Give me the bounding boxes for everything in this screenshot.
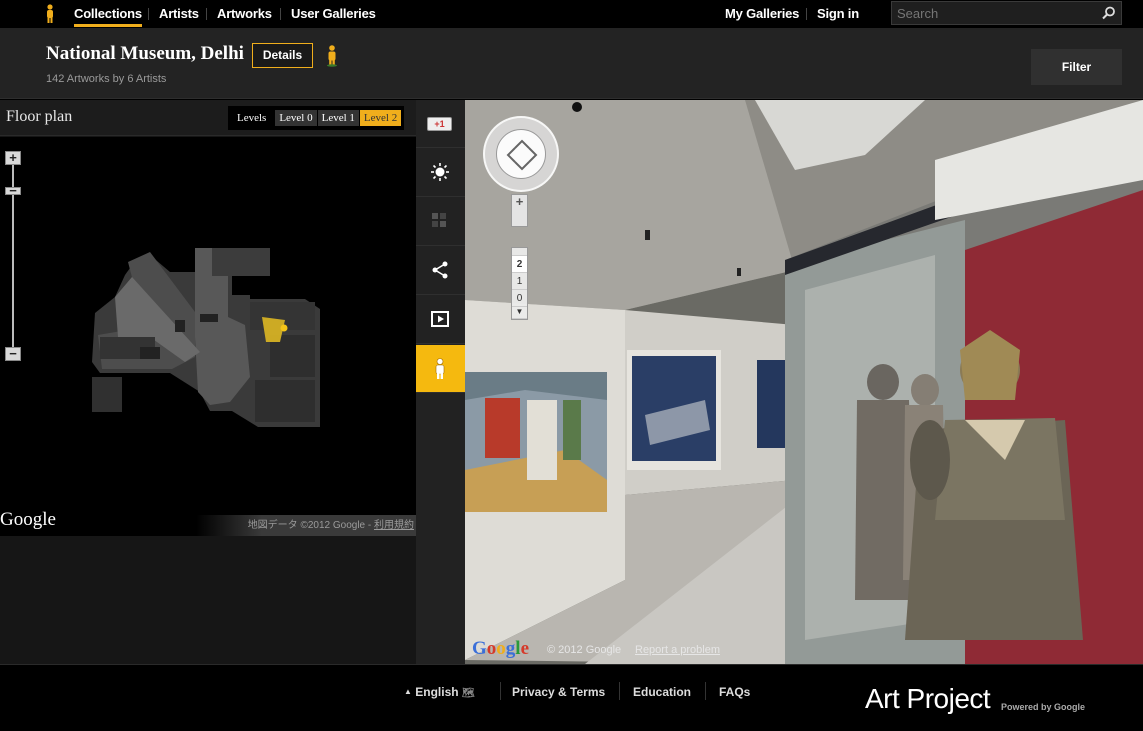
light-button[interactable]: [416, 149, 465, 197]
nav-collections[interactable]: Collections: [74, 6, 142, 27]
zoom-slider-handle[interactable]: −: [5, 184, 21, 197]
chevron-down-icon[interactable]: ▼: [512, 307, 527, 319]
nav-sign-in[interactable]: Sign in: [817, 6, 859, 21]
collection-header: National Museum, Delhi 142 Artworks by 6…: [0, 28, 1143, 99]
zoom-in-button[interactable]: +: [5, 151, 21, 165]
nav-my-galleries[interactable]: My Galleries: [725, 6, 799, 21]
top-navigation: Collections Artists Artworks User Galler…: [0, 0, 1143, 28]
nav-divider: [806, 8, 807, 20]
art-project-logo[interactable]: Art Project: [865, 683, 991, 715]
gplus-icon: +1: [427, 117, 452, 131]
street-view-zoom-in[interactable]: +: [511, 194, 528, 227]
level-2-tab[interactable]: Level 2: [359, 110, 402, 126]
caret-up-icon: ▲: [404, 687, 412, 696]
artwork-count: 142 Artworks by 6 Artists: [46, 73, 167, 85]
floor-plan-panel: Floor plan Levels Level 0 Level 1 Level …: [0, 100, 416, 664]
floor-1-button[interactable]: 1: [512, 273, 527, 290]
nav-artists[interactable]: Artists: [159, 6, 199, 21]
light-icon: [431, 163, 449, 181]
map-copyright-text: 地図データ ©2012 Google -: [247, 520, 374, 531]
street-view-copyright: © 2012 Google: [547, 644, 622, 656]
education-link[interactable]: Education: [633, 685, 691, 699]
nav-divider: [148, 8, 149, 20]
street-view-panorama[interactable]: + 2 1 0 ▼ Google © 2012 Google Report a …: [465, 100, 1143, 664]
details-button[interactable]: Details: [252, 43, 313, 68]
google-logo: Google: [472, 638, 529, 659]
floor-0-button[interactable]: 0: [512, 290, 527, 307]
search-input[interactable]: [897, 5, 1097, 21]
footer-divider: [705, 682, 706, 700]
google-logo: Google: [0, 509, 56, 530]
floor-plan-drawing[interactable]: [0, 137, 416, 536]
streetview-button[interactable]: [416, 345, 465, 393]
gplus-button[interactable]: +1: [416, 100, 465, 148]
language-selector[interactable]: ▲ English 🗺: [404, 685, 475, 699]
nav-divider: [280, 8, 281, 20]
share-button[interactable]: [416, 247, 465, 295]
map-terms-link[interactable]: 利用規約: [374, 520, 414, 531]
faqs-link[interactable]: FAQs: [719, 685, 750, 699]
floor-plan-header: Floor plan Levels Level 0 Level 1 Level …: [0, 100, 416, 136]
nav-user-galleries[interactable]: User Galleries: [291, 6, 376, 21]
slideshow-icon: [431, 311, 449, 327]
search-icon[interactable]: [1102, 6, 1116, 20]
levels-label: Levels: [237, 112, 267, 124]
gallery-interior-image: [465, 100, 1143, 664]
pegman-icon[interactable]: [44, 4, 56, 23]
pegman-icon: [435, 358, 445, 379]
map-copyright: 地図データ ©2012 Google - 利用規約: [196, 515, 416, 536]
footer-divider: [619, 682, 620, 700]
page-title: National Museum, Delhi: [46, 43, 244, 64]
level-selector: Levels Level 0 Level 1 Level 2: [228, 106, 405, 130]
zoom-out-button[interactable]: −: [5, 347, 21, 361]
tiles-icon: [432, 213, 446, 227]
floor-selector: 2 1 0 ▼: [511, 247, 528, 320]
report-problem-link[interactable]: Report a problem: [635, 644, 720, 656]
nav-artworks[interactable]: Artworks: [217, 6, 272, 21]
powered-by-google: Powered by Google: [1001, 702, 1086, 712]
filter-button[interactable]: Filter: [1031, 49, 1122, 85]
privacy-terms-link[interactable]: Privacy & Terms: [512, 685, 605, 699]
search-box: [891, 1, 1122, 25]
tool-column: +1: [416, 100, 465, 664]
share-icon: [432, 261, 448, 279]
compass-icon[interactable]: [496, 129, 546, 179]
language-label: English: [415, 685, 459, 699]
floor-2-button[interactable]: 2: [512, 256, 527, 273]
tiles-button[interactable]: [416, 198, 465, 246]
footer: ▲ English 🗺 Privacy & Terms Education FA…: [0, 664, 1143, 731]
globe-icon: 🗺: [461, 688, 475, 699]
floor-plan-map[interactable]: + − − Google 地図データ ©2012 Google - 利用規約: [0, 137, 416, 536]
nav-divider: [206, 8, 207, 20]
floor-up-arrow[interactable]: [512, 248, 527, 256]
pegman-icon[interactable]: [326, 45, 338, 67]
level-1-tab[interactable]: Level 1: [317, 110, 359, 126]
footer-divider: [500, 682, 501, 700]
floor-plan-title: Floor plan: [6, 108, 73, 125]
level-0-tab[interactable]: Level 0: [275, 110, 317, 126]
slideshow-button[interactable]: [416, 296, 465, 344]
pan-control[interactable]: [483, 116, 559, 192]
